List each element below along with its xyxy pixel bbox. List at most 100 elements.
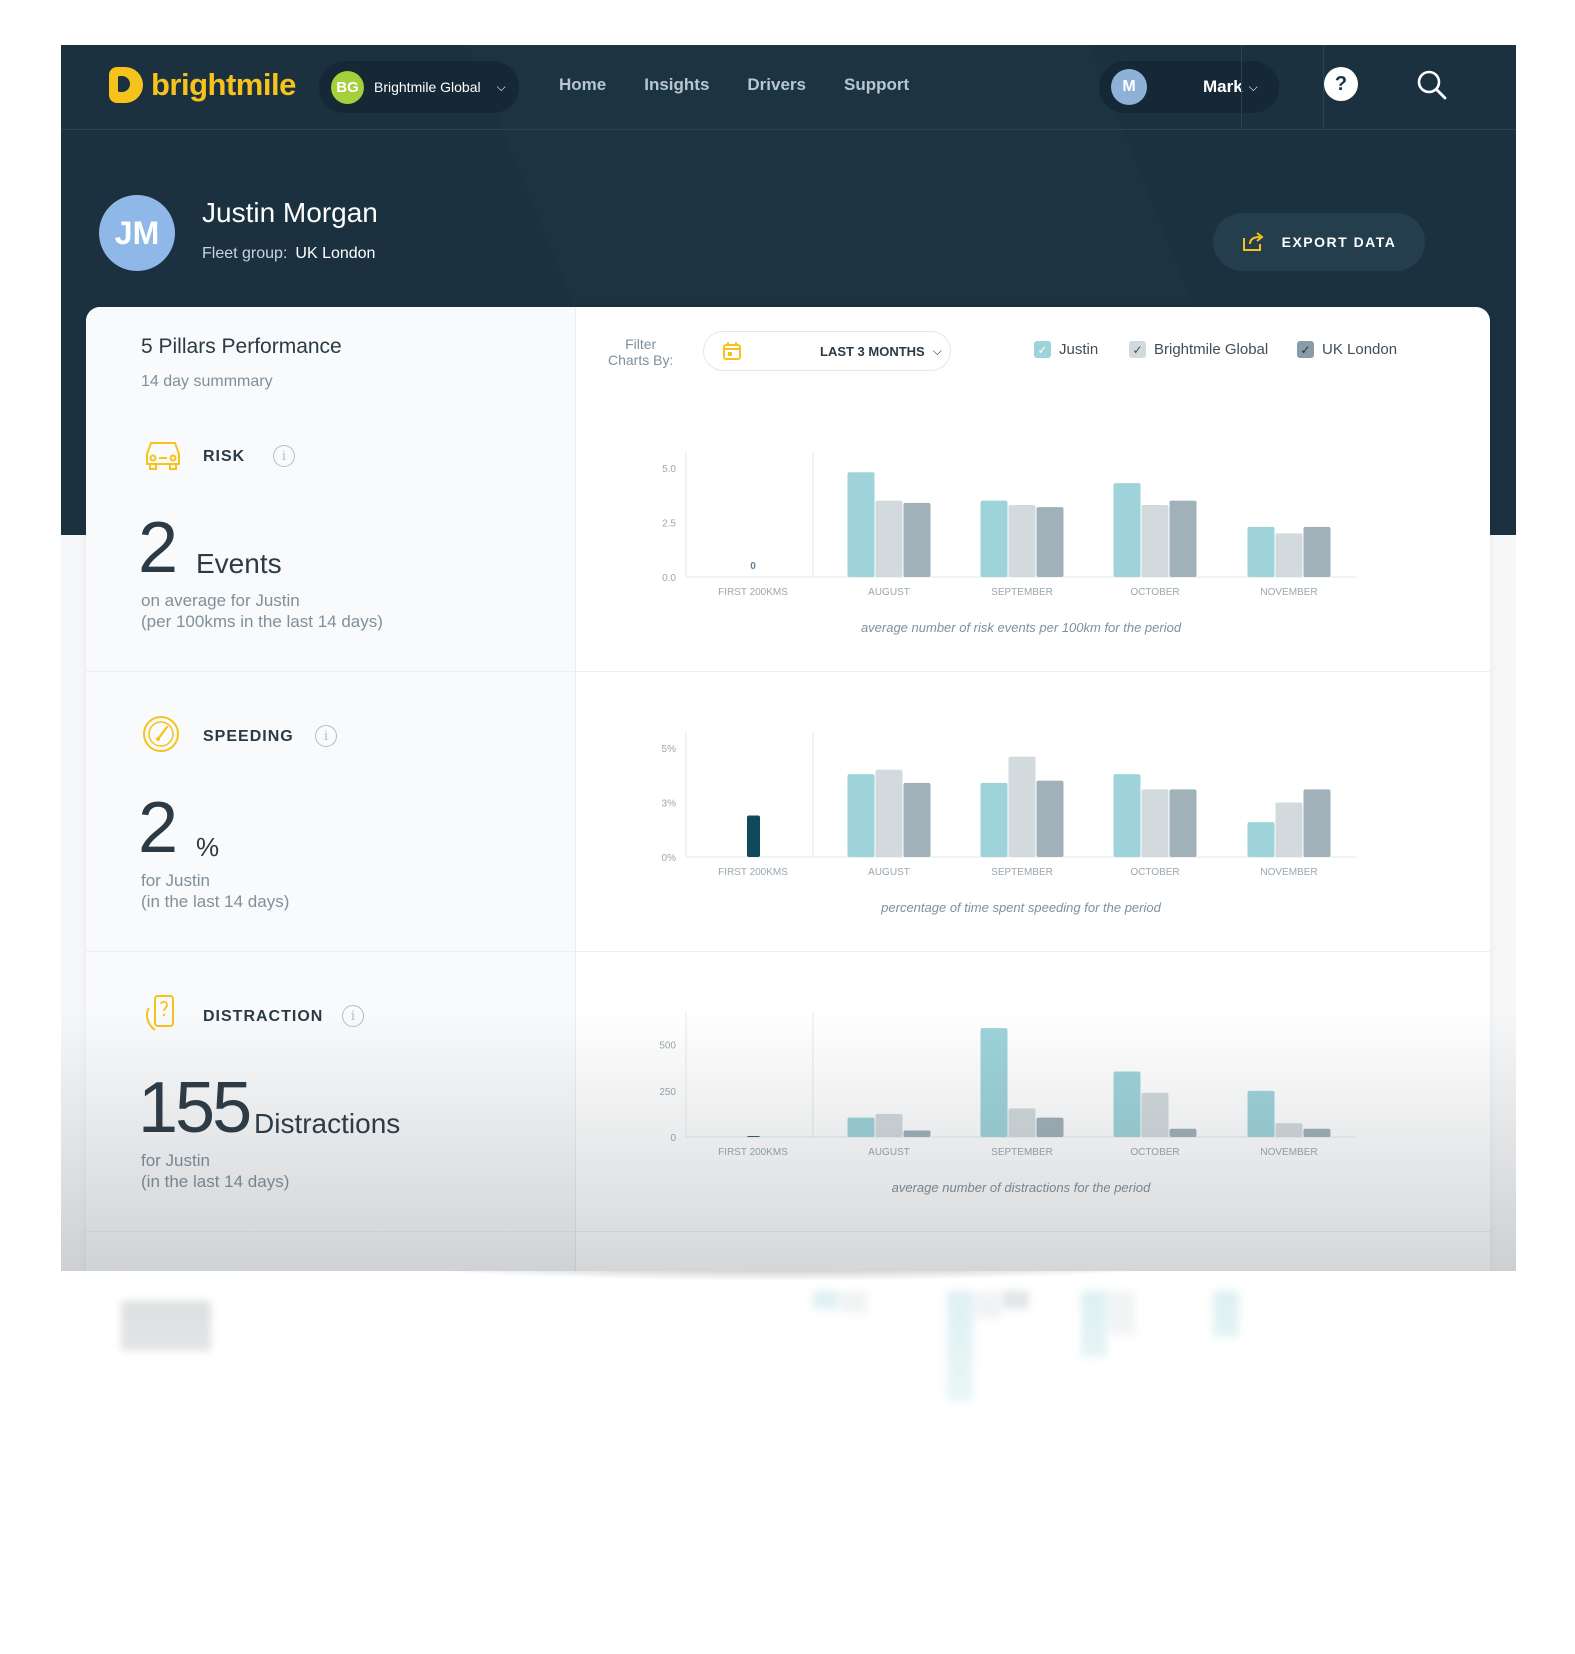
bar-first-200kms [747, 815, 760, 857]
legend-label: Brightmile Global [1154, 341, 1269, 358]
x-tick-label: AUGUST [868, 867, 910, 878]
filter-value: LAST 3 MONTHS [820, 343, 925, 359]
bar-uk-london [1303, 526, 1331, 577]
bar-uk-london [1169, 1128, 1197, 1137]
y-tick-label: 250 [659, 1087, 676, 1098]
pillar-unit: % [196, 832, 220, 862]
pillar-note-line: for Justin [141, 871, 210, 890]
x-tick-label: SEPTEMBER [991, 867, 1053, 878]
pillar-distraction: DISTRACTION i 155 Distractions for Justi… [86, 952, 1490, 1232]
bar-brightmile-global [1141, 789, 1169, 857]
bar-uk-london [1303, 789, 1331, 857]
bar-justin [847, 774, 875, 857]
legend-toggle-justin[interactable]: ✓ Justin [1034, 341, 1098, 358]
x-tick-label: FIRST 200KMS [718, 867, 788, 878]
bar-uk-london [1036, 780, 1064, 857]
y-tick-label: 5.0 [662, 464, 676, 475]
org-switcher[interactable]: BG Brightmile Global ⌵ [319, 61, 519, 113]
info-icon[interactable]: i [342, 1005, 364, 1027]
export-data-button[interactable]: EXPORT DATA [1213, 213, 1425, 271]
help-icon[interactable]: ? [1324, 67, 1358, 101]
logo[interactable]: brightmile [109, 67, 296, 103]
bar-justin [1247, 822, 1275, 857]
y-tick-label: 2.5 [662, 518, 676, 529]
pillar-value: 2 [138, 508, 179, 588]
nav-link-home[interactable]: Home [559, 75, 606, 95]
logo-text: brightmile [151, 67, 296, 102]
chevron-down-icon: ⌵ [496, 79, 506, 94]
chart-caption: percentage of time spent speeding for th… [880, 900, 1161, 915]
bar-brightmile-global [1141, 505, 1169, 577]
checkbox-icon: ✓ [1034, 341, 1051, 358]
card-title: 5 Pillars Performance [141, 335, 342, 358]
pillars-card: 5 Pillars Performance 14 day summmary Fi… [86, 307, 1490, 1271]
legend-toggle-global[interactable]: ✓ Brightmile Global [1129, 341, 1268, 358]
pillar-unit: Events [196, 548, 282, 579]
bar-justin [1247, 1090, 1275, 1137]
legend-toggle-london[interactable]: ✓ UK London [1297, 341, 1397, 358]
bar-uk-london [903, 1130, 931, 1137]
top-nav: brightmile BG Brightmile Global ⌵ Home I… [61, 45, 1516, 130]
data-label: 0 [750, 561, 756, 572]
x-tick-label: NOVEMBER [1260, 867, 1317, 878]
calendar-icon [723, 342, 741, 360]
filter-label-line: Filter [625, 336, 657, 352]
pillar-note-line: (in the last 14 days) [141, 1172, 290, 1191]
y-tick-label: 3% [662, 798, 677, 809]
bar-uk-london [1169, 789, 1197, 857]
nav-divider [1241, 45, 1242, 130]
bar-uk-london [1036, 507, 1064, 577]
nav-links: Home Insights Drivers Support [559, 75, 909, 95]
bar-justin [1113, 483, 1141, 577]
bar-justin [1113, 774, 1141, 857]
info-icon[interactable]: i [315, 725, 337, 747]
export-icon [1242, 232, 1264, 251]
user-name: Mark [1203, 77, 1243, 96]
reflection-fade [61, 1271, 1516, 1654]
user-menu[interactable]: M Mark ⌵ [1099, 61, 1279, 113]
pillar-value: 155 [138, 1068, 252, 1148]
bar-justin [1247, 526, 1275, 577]
search-icon[interactable] [1416, 69, 1448, 101]
x-tick-label: AUGUST [868, 1147, 910, 1158]
pillar-note: for Justin (in the last 14 days) [141, 870, 289, 912]
phone-hand-icon [146, 995, 174, 1031]
speeding-chart: 0% 3% 5% FIRST 200KMS AUGUST SEPTEMBER OCTOBER… [616, 672, 1386, 915]
bar-brightmile-global [1141, 1092, 1169, 1137]
x-tick-label: OCTOBER [1130, 587, 1179, 598]
pillar-note-line: (in the last 14 days) [141, 892, 290, 911]
bar-justin [847, 1117, 875, 1137]
nav-link-insights[interactable]: Insights [644, 75, 709, 95]
org-name: Brightmile Global [374, 79, 481, 95]
bar-justin [1113, 1071, 1141, 1137]
info-icon[interactable]: i [273, 445, 295, 467]
chart-caption: average number of risk events per 100km … [861, 620, 1182, 635]
bar-brightmile-global [1008, 1108, 1036, 1137]
filter-label-line: Charts By: [608, 352, 674, 368]
pillar-note-line: for Justin [141, 1151, 210, 1170]
bar-uk-london [1303, 1128, 1331, 1137]
chart-caption: average number of distractions for the p… [892, 1180, 1151, 1195]
bar-brightmile-global [1275, 533, 1303, 577]
pillar-speeding: SPEEDING i 2 % for Justin (in the last 1… [86, 672, 1490, 952]
bar-uk-london [903, 502, 931, 577]
y-tick-label: 0 [670, 1133, 676, 1144]
bar-chart-svg: 0 250 500 FIRST 200KMS AUGUST SEPTEMBER OCTOBE… [659, 1012, 1356, 1195]
bar-first-200kms [747, 1136, 760, 1137]
pillar-unit: Distractions [254, 1108, 401, 1139]
checkbox-icon: ✓ [1129, 341, 1146, 358]
period-filter-select[interactable]: LAST 3 MONTHS ⌵ [703, 331, 951, 371]
bar-brightmile-global [1275, 802, 1303, 857]
bar-chart-svg: 0.0 2.5 5.0 FIRST 200KMS AUGUST SEPTEMBER OCTO… [662, 452, 1356, 635]
bar-brightmile-global [1275, 1123, 1303, 1137]
pillar-value: 2 [138, 788, 179, 868]
nav-link-drivers[interactable]: Drivers [747, 75, 806, 95]
pillar-note-line: (per 100kms in the last 14 days) [141, 612, 383, 631]
x-tick-label: FIRST 200KMS [718, 587, 788, 598]
bar-chart-svg: 0% 3% 5% FIRST 200KMS AUGUST SEPTEMBER OCTOBER… [662, 732, 1356, 915]
logo-mark-icon [109, 67, 143, 103]
y-tick-label: 0.0 [662, 573, 676, 584]
nav-link-support[interactable]: Support [844, 75, 909, 95]
bar-brightmile-global [1008, 756, 1036, 857]
reflection [61, 1271, 1516, 1654]
